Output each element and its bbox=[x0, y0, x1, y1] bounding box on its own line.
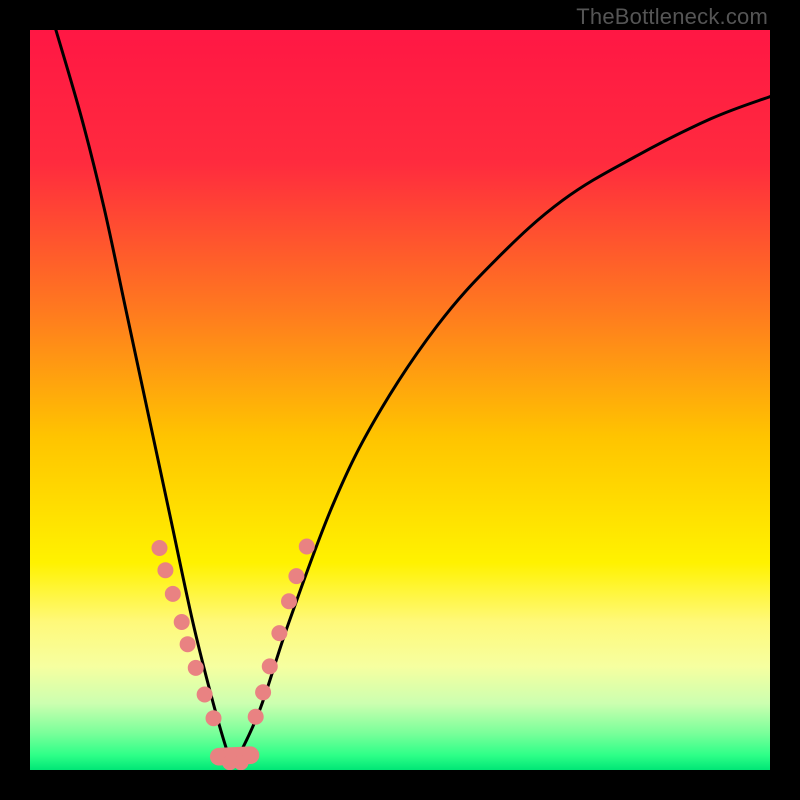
data-marker bbox=[152, 540, 168, 556]
data-marker bbox=[180, 636, 196, 652]
curve-layer bbox=[30, 30, 770, 770]
data-marker bbox=[243, 748, 258, 763]
data-marker bbox=[188, 660, 204, 676]
watermark-text: TheBottleneck.com bbox=[576, 4, 768, 30]
data-marker bbox=[288, 568, 304, 584]
data-marker bbox=[271, 625, 287, 641]
data-marker bbox=[281, 593, 297, 609]
data-marker bbox=[165, 586, 181, 602]
data-marker bbox=[248, 709, 264, 725]
data-marker bbox=[206, 710, 222, 726]
data-marker bbox=[174, 614, 190, 630]
data-marker bbox=[255, 684, 271, 700]
curve-right-branch bbox=[234, 97, 771, 767]
data-marker bbox=[157, 562, 173, 578]
data-marker bbox=[299, 539, 315, 555]
marker-group bbox=[152, 539, 315, 770]
data-marker bbox=[197, 687, 213, 703]
curve-group bbox=[56, 30, 770, 766]
plot-area bbox=[30, 30, 770, 770]
data-marker bbox=[262, 658, 278, 674]
curve-left-branch bbox=[56, 30, 234, 766]
